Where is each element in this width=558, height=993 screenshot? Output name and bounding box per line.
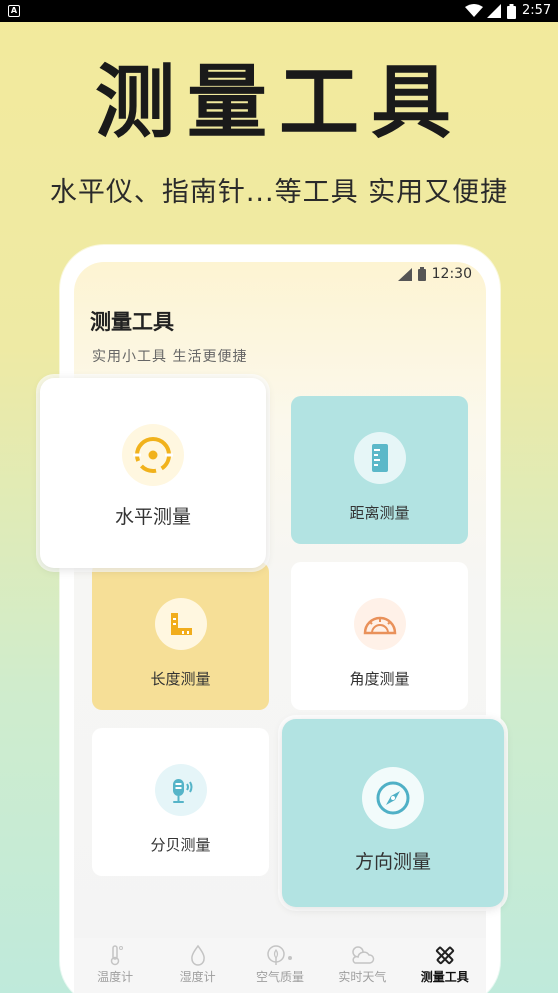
cloud-sun-icon (352, 946, 375, 964)
direction-measure-label: 方向测量 (354, 851, 431, 873)
tools-icon (435, 946, 454, 965)
level-icon (122, 424, 184, 486)
tab-label: 温度计 (97, 970, 134, 984)
microphone-icon (154, 764, 207, 816)
tab-hygrometer[interactable]: 湿度计 (157, 938, 239, 993)
notification-icon: A (8, 5, 20, 17)
thermometer-icon (110, 945, 124, 966)
length-measure-card[interactable]: 长度测量 (92, 562, 269, 710)
system-status-bar: A 2:57 (0, 0, 558, 22)
level-measure-card[interactable]: 水平测量 (40, 378, 266, 568)
system-time: 2:57 (522, 3, 552, 18)
tab-label: 空气质量 (255, 970, 304, 984)
page-subtitle: 实用小工具 生活更便捷 (92, 349, 248, 365)
decibel-measure-label: 分贝测量 (150, 836, 211, 854)
l-ruler-icon (154, 598, 207, 650)
angle-measure-card[interactable]: 角度测量 (291, 562, 468, 710)
compass-icon (362, 767, 424, 829)
signal-icon (397, 267, 412, 281)
phone-status-time: 12:30 (431, 266, 472, 282)
tab-label: 测量工具 (420, 970, 469, 984)
tab-measure-tools[interactable]: 测量工具 (404, 938, 486, 993)
wifi-icon (465, 4, 483, 17)
tab-label: 实时天气 (338, 970, 387, 984)
distance-measure-label: 距离测量 (349, 504, 410, 522)
ruler-icon (353, 432, 406, 484)
tab-air-quality[interactable]: 空气质量 (239, 938, 321, 993)
decibel-measure-card[interactable]: 分贝测量 (92, 728, 269, 876)
level-measure-label: 水平测量 (114, 506, 191, 528)
distance-measure-card[interactable]: 距离测量 (291, 396, 468, 544)
leaf-icon (267, 945, 292, 965)
hero-subtitle: 水平仪、指南针...等工具 实用又便捷 (49, 177, 509, 208)
protractor-icon (353, 598, 406, 650)
tab-thermometer[interactable]: 温度计 (74, 938, 156, 993)
droplet-icon (190, 944, 205, 966)
battery-icon (507, 4, 516, 19)
direction-measure-card[interactable]: 方向测量 (282, 719, 504, 907)
signal-icon (487, 4, 501, 18)
bottom-tab-bar: 温度计 湿度计 空气质量 实时天气 测量工具 (74, 938, 486, 993)
page-title: 测量工具 (90, 310, 174, 334)
battery-icon (417, 267, 426, 281)
angle-measure-label: 角度测量 (349, 670, 410, 688)
tab-weather[interactable]: 实时天气 (321, 938, 403, 993)
phone-status-bar: 12:30 (397, 266, 472, 282)
length-measure-label: 长度测量 (150, 670, 211, 688)
hero-title: 测量工具 (95, 56, 463, 149)
tab-label: 湿度计 (179, 970, 216, 984)
